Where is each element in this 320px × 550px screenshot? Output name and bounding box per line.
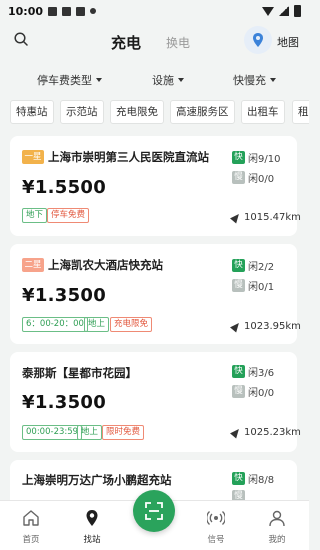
fast-charger-availability: 快 闲2/2 (232, 258, 274, 273)
status-bar: 10:00 (0, 0, 309, 22)
chip-taxi[interactable]: 出租车 (241, 100, 285, 124)
nav-label: 信号 (207, 535, 225, 545)
status-time: 10:00 (8, 4, 44, 18)
chip-free-charging[interactable]: 充电限免 (110, 100, 164, 124)
station-card[interactable]: 一星 上海市崇明第三人民医院直流站 ¥1.5500 地下 停车免费 快 闲9/1… (10, 136, 301, 236)
nav-label: 我的 (268, 535, 286, 545)
station-distance[interactable]: 1025.23km (230, 426, 301, 439)
distance-value: 1015.47km (244, 212, 301, 223)
filter-parking-fee[interactable]: 停车费类型 (37, 72, 102, 88)
slow-charger-availability: 慢 闲0/1 (232, 278, 274, 293)
fast-count: 闲9/10 (248, 154, 281, 165)
map-button[interactable] (244, 26, 272, 54)
tab-charging[interactable]: 充电 (111, 32, 141, 53)
nav-find-station[interactable]: 找站 (72, 509, 112, 545)
station-tag: 6：00-20：00 (22, 317, 88, 332)
station-tag: 限时免费 (102, 425, 145, 440)
station-price: ¥1.3500 (22, 392, 107, 413)
nav-label: 找站 (83, 535, 101, 545)
map-label[interactable]: 地图 (277, 34, 299, 50)
search-icon[interactable] (14, 32, 28, 46)
wifi-icon (262, 6, 274, 16)
home-icon (23, 510, 39, 526)
nav-label: 首页 (22, 535, 40, 545)
navigation-arrow-icon (230, 426, 242, 439)
station-card[interactable]: 二星 上海凯农大酒店快充站 ¥1.3500 6：00-20：00 地上 充电限免… (10, 244, 301, 344)
filter-facilities[interactable]: 设施 (152, 72, 184, 88)
station-rating-badge: 二星 (22, 258, 44, 272)
signal-icon (206, 511, 226, 525)
slow-count: 闲0/1 (248, 282, 275, 293)
fast-count: 闲3/6 (248, 368, 275, 379)
notification-icon (76, 6, 86, 16)
nav-signal[interactable]: 信号 (196, 509, 236, 545)
fast-charge-icon: 快 (232, 259, 245, 272)
distance-value: 1025.23km (244, 427, 301, 438)
sim-icon (48, 6, 58, 16)
fast-charger-availability: 快 闲3/6 (232, 364, 274, 379)
fast-charge-icon: 快 (232, 365, 245, 378)
station-tag: 地上 (84, 317, 110, 332)
chip-discount-station[interactable]: 特惠站 (10, 100, 54, 124)
scan-icon (145, 502, 163, 520)
storage-icon (62, 6, 72, 16)
filter-label: 快慢充 (233, 74, 266, 87)
dot-icon (90, 8, 97, 14)
fast-count: 闲2/2 (248, 262, 275, 273)
distance-value: 1023.95km (244, 321, 301, 332)
station-distance[interactable]: 1015.47km (230, 211, 301, 224)
location-pin-icon (86, 510, 98, 526)
navigation-arrow-icon (230, 320, 242, 333)
filter-label: 设施 (152, 74, 174, 87)
slow-charge-icon: 慢 (232, 385, 245, 398)
navigation-arrow-icon (230, 211, 242, 224)
station-tag: 地下 (22, 208, 48, 223)
station-tag: 停车免费 (47, 208, 90, 223)
station-price: ¥1.3500 (22, 285, 107, 306)
tab-battery-swap[interactable]: 换电 (166, 34, 190, 51)
fast-charger-availability: 快 闲9/10 (232, 150, 280, 165)
station-tag: 地上 (77, 425, 103, 440)
scan-button[interactable] (133, 490, 175, 532)
station-name: 泰那斯【星都市花园】 (22, 366, 137, 380)
map-pin-icon (253, 33, 263, 47)
caret-down-icon (178, 78, 184, 82)
fast-charge-icon: 快 (232, 151, 245, 164)
nav-profile[interactable]: 我的 (257, 509, 297, 545)
filter-bar: 停车费类型 设施 快慢充 (0, 72, 309, 94)
caret-down-icon (270, 78, 276, 82)
filter-label: 停车费类型 (37, 74, 92, 87)
slow-charger-availability: 慢 闲0/0 (232, 384, 274, 399)
station-rating-badge: 一星 (22, 150, 44, 164)
nav-home[interactable]: 首页 (11, 509, 51, 545)
station-tag: 00:00-23:59 (22, 425, 83, 440)
quick-filter-chips: 特惠站 示范站 充电限免 高速服务区 出租车 租 (10, 100, 309, 124)
station-tag: 充电限免 (110, 317, 153, 332)
station-name: 上海崇明万达广场小鹏超充站 (22, 473, 172, 487)
slow-count: 闲0/0 (248, 174, 275, 185)
fast-count: 闲8/8 (248, 475, 275, 486)
slow-charger-availability: 慢 闲0/0 (232, 170, 274, 185)
fast-charge-icon: 快 (232, 472, 245, 485)
user-icon (269, 510, 285, 527)
station-card[interactable]: 泰那斯【星都市花园】 ¥1.3500 00:00-23:59 地上 限时免费 快… (10, 352, 301, 452)
cell-signal-icon (279, 6, 289, 16)
slow-charge-icon: 慢 (232, 279, 245, 292)
slow-count: 闲0/0 (248, 388, 275, 399)
filter-charge-speed[interactable]: 快慢充 (233, 72, 276, 88)
caret-down-icon (96, 78, 102, 82)
fast-charger-availability: 快 闲8/8 (232, 471, 274, 486)
chip-highway-service[interactable]: 高速服务区 (170, 100, 235, 124)
station-distance[interactable]: 1023.95km (230, 320, 301, 333)
slow-charge-icon: 慢 (232, 171, 245, 184)
battery-icon (294, 5, 301, 17)
station-name: 上海凯农大酒店快充站 (48, 258, 163, 272)
station-price: ¥1.5500 (22, 177, 107, 198)
station-name: 上海市崇明第三人民医院直流站 (48, 150, 209, 164)
top-header: 充电 换电 地图 (0, 22, 309, 60)
chip-rent[interactable]: 租 (292, 100, 309, 124)
chip-demo-station[interactable]: 示范站 (60, 100, 104, 124)
